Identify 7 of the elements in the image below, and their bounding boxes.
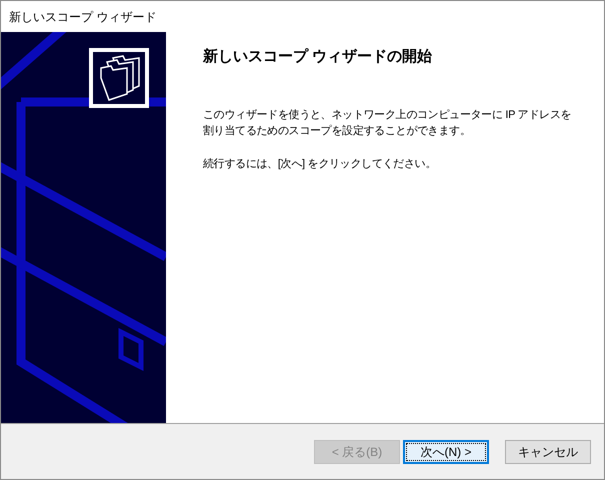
instruction-text: このウィザードを使うと、ネットワーク上のコンピューターに IP アドレスを割り当てるためのスコープを設定することができます。 <box>203 108 572 138</box>
instruction-text: 続行するには、[次へ] をクリックしてください。 <box>203 156 437 172</box>
wizard-heading: 新しいスコープ ウィザードの開始 <box>203 47 434 67</box>
wizard-button[interactable]: キャンセル <box>505 440 591 464</box>
folders-icon <box>89 48 149 108</box>
wizard-button[interactable]: 次へ(N) > <box>403 440 489 464</box>
window-title: 新しいスコープ ウィザード <box>9 8 156 26</box>
